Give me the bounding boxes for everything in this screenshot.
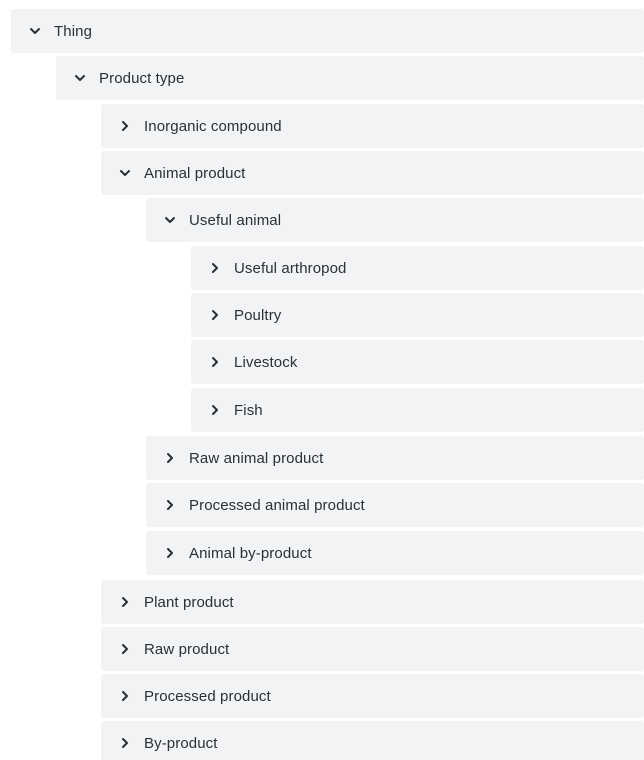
chevron-right-icon[interactable] — [119, 690, 131, 702]
tree-node-label: Poultry — [234, 306, 282, 324]
tree-node-inorganic-compound[interactable]: Inorganic compound — [101, 104, 644, 148]
tree-node-plant-product[interactable]: Plant product — [101, 580, 644, 624]
tree-node-label: Product type — [99, 69, 185, 87]
chevron-down-icon[interactable] — [74, 72, 86, 84]
chevron-right-icon[interactable] — [119, 120, 131, 132]
tree-node-fish[interactable]: Fish — [191, 388, 644, 432]
tree-node-label: Useful animal — [189, 211, 282, 229]
chevron-right-icon[interactable] — [209, 356, 221, 368]
chevron-right-icon[interactable] — [209, 404, 221, 416]
tree-node-label: Raw product — [144, 640, 230, 658]
tree-node-useful-animal[interactable]: Useful animal — [146, 198, 644, 242]
chevron-right-icon[interactable] — [209, 262, 221, 274]
tree-node-livestock[interactable]: Livestock — [191, 340, 644, 384]
tree-node-thing[interactable]: Thing — [11, 9, 644, 53]
chevron-right-icon[interactable] — [164, 452, 176, 464]
tree-node-label: Raw animal product — [189, 449, 324, 467]
tree-node-processed-animal-product[interactable]: Processed animal product — [146, 483, 644, 527]
chevron-right-icon[interactable] — [164, 499, 176, 511]
tree-node-label: Fish — [234, 401, 263, 419]
tree-node-label: Processed product — [144, 687, 271, 705]
chevron-right-icon[interactable] — [119, 737, 131, 749]
tree-node-label: Inorganic compound — [144, 117, 282, 135]
tree-node-label: By-product — [144, 734, 218, 752]
tree-node-animal-product[interactable]: Animal product — [101, 151, 644, 195]
tree-node-label: Livestock — [234, 353, 298, 371]
tree-node-label: Processed animal product — [189, 496, 365, 514]
tree-node-poultry[interactable]: Poultry — [191, 293, 644, 337]
tree-node-product-type[interactable]: Product type — [56, 56, 644, 100]
tree-node-animal-by-product[interactable]: Animal by-product — [146, 531, 644, 575]
chevron-down-icon[interactable] — [164, 214, 176, 226]
tree-node-raw-animal-product[interactable]: Raw animal product — [146, 436, 644, 480]
chevron-right-icon[interactable] — [119, 643, 131, 655]
chevron-down-icon[interactable] — [119, 167, 131, 179]
tree-node-useful-arthropod[interactable]: Useful arthropod — [191, 246, 644, 290]
chevron-right-icon[interactable] — [119, 596, 131, 608]
tree-node-label: Thing — [54, 22, 93, 40]
tree-node-label: Useful arthropod — [234, 259, 347, 277]
tree-node-raw-product[interactable]: Raw product — [101, 627, 644, 671]
chevron-down-icon[interactable] — [29, 25, 41, 37]
tree-node-processed-product[interactable]: Processed product — [101, 674, 644, 718]
tree-node-label: Plant product — [144, 593, 234, 611]
taxonomy-tree: Thing Product type Inorganic compound An… — [0, 0, 644, 760]
chevron-right-icon[interactable] — [164, 547, 176, 559]
tree-node-label: Animal product — [144, 164, 246, 182]
chevron-right-icon[interactable] — [209, 309, 221, 321]
tree-node-by-product[interactable]: By-product — [101, 721, 644, 760]
tree-node-label: Animal by-product — [189, 544, 312, 562]
